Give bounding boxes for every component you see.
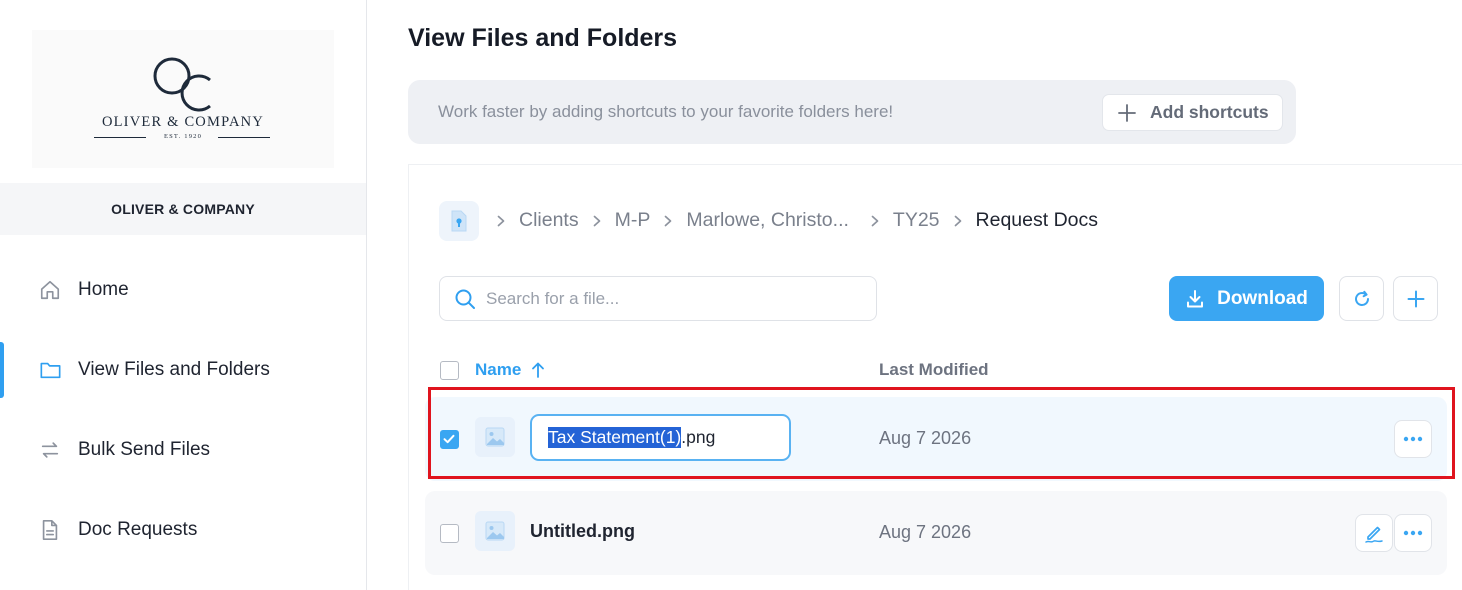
logo-divider-right	[218, 137, 270, 138]
sidebar-item-home[interactable]: Home	[0, 262, 366, 318]
logo-name: OLIVER & COMPANY	[101, 114, 265, 130]
rename-input[interactable]: Tax Statement(1) .png	[530, 414, 791, 461]
download-label: Download	[1217, 287, 1308, 309]
organization-name: OLIVER & COMPANY	[0, 183, 366, 235]
search-icon	[455, 289, 475, 309]
file-modified-date: Aug 7 2026	[879, 428, 972, 448]
shortcuts-hint: Work faster by adding shortcuts to your …	[438, 102, 894, 121]
file-browser-panel: Clients M-P Marlowe, Christo... TY25 Req…	[408, 164, 1462, 590]
sign-button[interactable]	[1355, 514, 1393, 552]
signature-pen-icon	[1365, 526, 1383, 543]
file-lock-icon	[451, 210, 467, 232]
plus-icon	[1407, 290, 1424, 307]
sidebar-item-label: Bulk Send Files	[78, 439, 211, 460]
breadcrumb-clients[interactable]: Clients	[519, 209, 579, 232]
oc-monogram-icon	[153, 57, 211, 112]
sidebar-item-label: Doc Requests	[78, 519, 198, 540]
breadcrumb: Clients M-P Marlowe, Christo... TY25 Req…	[489, 209, 1098, 232]
breadcrumb-current: Request Docs	[975, 209, 1098, 231]
chevron-right-icon	[593, 215, 600, 226]
checkmark-icon	[443, 434, 455, 444]
file-name[interactable]: Untitled.png	[530, 521, 635, 542]
row-actions-button[interactable]	[1394, 514, 1432, 552]
breadcrumb-m-p[interactable]: M-P	[615, 209, 651, 232]
company-logo[interactable]: OLIVER & COMPANY EST. 1920	[32, 30, 334, 168]
chevron-right-icon	[871, 215, 879, 226]
folder-icon	[38, 358, 62, 382]
document-icon	[38, 518, 62, 542]
add-shortcuts-label: Add shortcuts	[1150, 102, 1269, 122]
image-file-icon	[475, 511, 515, 551]
logo-established: EST. 1920	[163, 133, 203, 140]
row-checkbox[interactable]	[440, 430, 459, 449]
sidebar: OLIVER & COMPANY EST. 1920 OLIVER & COMP…	[0, 0, 367, 590]
sort-ascending-icon	[532, 362, 545, 378]
row-checkbox[interactable]	[440, 524, 459, 543]
rename-extension: .png	[681, 427, 716, 447]
last-modified-column-header[interactable]: Last Modified	[879, 360, 989, 380]
download-icon	[1187, 289, 1204, 307]
breadcrumb-ty25[interactable]: TY25	[893, 209, 940, 232]
home-icon	[38, 278, 62, 302]
sidebar-item-label: View Files and Folders	[78, 359, 270, 380]
search-input[interactable]	[486, 288, 866, 309]
select-all-checkbox[interactable]	[440, 361, 459, 380]
shortcuts-bar: Work faster by adding shortcuts to your …	[408, 80, 1296, 144]
breadcrumb-root-button[interactable]	[439, 201, 479, 241]
refresh-icon	[1354, 290, 1369, 306]
sidebar-item-view-files[interactable]: View Files and Folders	[0, 342, 366, 398]
chevron-right-icon	[954, 215, 961, 226]
chevron-right-icon	[497, 215, 505, 226]
swap-arrows-icon	[38, 438, 62, 462]
chevron-right-icon	[665, 215, 672, 226]
name-column-label: Name	[475, 360, 522, 379]
rename-selected-text: Tax Statement(1)	[548, 427, 682, 448]
image-file-icon	[475, 417, 515, 457]
file-modified-date: Aug 7 2026	[879, 522, 972, 542]
name-column-header[interactable]: Name	[475, 360, 545, 380]
page-title: View Files and Folders	[408, 24, 678, 52]
sidebar-item-bulk-send[interactable]: Bulk Send Files	[0, 422, 366, 478]
search-field[interactable]	[439, 276, 877, 321]
add-shortcuts-button[interactable]: Add shortcuts	[1102, 94, 1283, 131]
sidebar-item-doc-requests[interactable]: Doc Requests	[0, 502, 366, 558]
row-actions-button[interactable]	[1394, 420, 1432, 458]
more-horizontal-icon	[1403, 436, 1423, 442]
add-button[interactable]	[1393, 276, 1438, 321]
refresh-button[interactable]	[1339, 276, 1384, 321]
more-horizontal-icon	[1403, 530, 1423, 536]
sidebar-item-label: Home	[78, 279, 129, 300]
download-button[interactable]: Download	[1169, 276, 1324, 321]
plus-icon	[1118, 103, 1136, 122]
breadcrumb-client-folder[interactable]: Marlowe, Christo...	[686, 209, 849, 232]
